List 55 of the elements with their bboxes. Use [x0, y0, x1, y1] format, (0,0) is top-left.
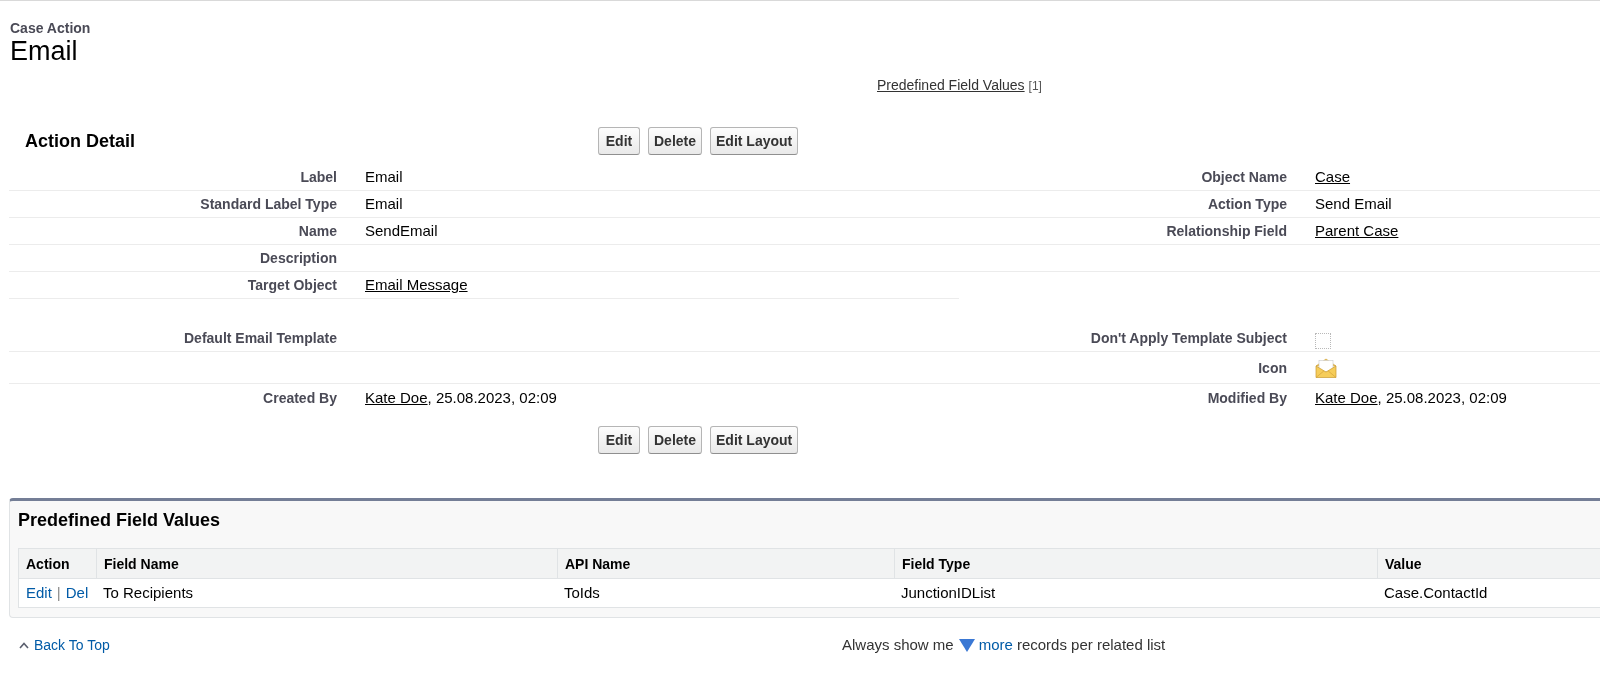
related-list-link[interactable]: Predefined Field Values — [877, 76, 1025, 94]
column-header: Action — [26, 554, 70, 573]
field-value: Send Email — [1315, 195, 1392, 213]
user-link[interactable]: Kate Doe — [365, 388, 428, 406]
record-count: [1] — [1028, 78, 1042, 95]
action-button[interactable]: Edit Layout — [710, 426, 799, 454]
field-value: Email — [365, 168, 403, 186]
field-label: Target Object — [247, 276, 337, 294]
action-button[interactable]: Delete — [648, 426, 703, 454]
action-button[interactable]: Edit — [598, 426, 640, 454]
column-header: API Name — [565, 554, 631, 573]
field-label: Object Name — [1201, 168, 1287, 186]
user-date-text: Kate Doe, 25.08.2023, 02:09 — [365, 388, 557, 407]
table-cell: To Recipients — [103, 584, 194, 602]
row-action-link[interactable]: Edit — [26, 584, 52, 602]
user-date-text: Kate Doe, 25.08.2023, 02:09 — [1315, 388, 1507, 407]
field-label: Icon — [1258, 358, 1287, 377]
field-link[interactable]: Email Message — [365, 276, 468, 294]
field-value: Email — [365, 195, 403, 213]
column-header: Value — [1385, 554, 1422, 573]
column-header: Field Name — [104, 554, 179, 573]
checkbox[interactable] — [1315, 333, 1331, 349]
action-button[interactable]: Edit — [598, 127, 640, 155]
table-cell: Case.ContactId — [1384, 584, 1488, 602]
field-label: Standard Label Type — [200, 195, 337, 213]
field-label: Action Type — [1207, 195, 1287, 213]
envelope-icon — [1315, 356, 1337, 379]
column-header: Field Type — [902, 554, 971, 573]
show-more-sentence: Always show me more records per related list — [842, 636, 1166, 654]
object-type-label: Case Action — [10, 20, 91, 36]
page-title: Email — [10, 36, 78, 66]
field-label: Created By — [263, 388, 337, 407]
row-action-link[interactable]: Del — [65, 584, 89, 602]
field-label: Relationship Field — [1166, 222, 1287, 240]
action-button[interactable]: Edit Layout — [710, 127, 799, 155]
field-link[interactable]: Case — [1315, 168, 1351, 186]
link-separator: | — [56, 584, 61, 602]
table-cell: JunctionIDList — [901, 584, 996, 602]
field-label: Default Email Template — [184, 329, 337, 347]
field-label: Label — [300, 168, 337, 186]
caret-up-icon — [19, 641, 29, 649]
field-label: Modified By — [1207, 388, 1287, 407]
field-value: SendEmail — [365, 222, 438, 240]
related-list-title: Predefined Field Values — [18, 509, 221, 531]
field-label: Description — [260, 249, 337, 267]
field-link[interactable]: Parent Case — [1315, 222, 1399, 240]
more-link[interactable]: more — [978, 636, 1013, 654]
action-button[interactable]: Delete — [648, 127, 703, 155]
section-title: Action Detail — [25, 130, 135, 152]
field-label: Don't Apply Template Subject — [1090, 329, 1287, 347]
triangle-down-icon[interactable] — [958, 638, 975, 652]
back-to-top-link[interactable]: Back To Top — [19, 636, 110, 654]
user-link[interactable]: Kate Doe — [1315, 388, 1378, 406]
table-cell: ToIds — [564, 584, 600, 602]
field-label: Name — [298, 222, 337, 240]
